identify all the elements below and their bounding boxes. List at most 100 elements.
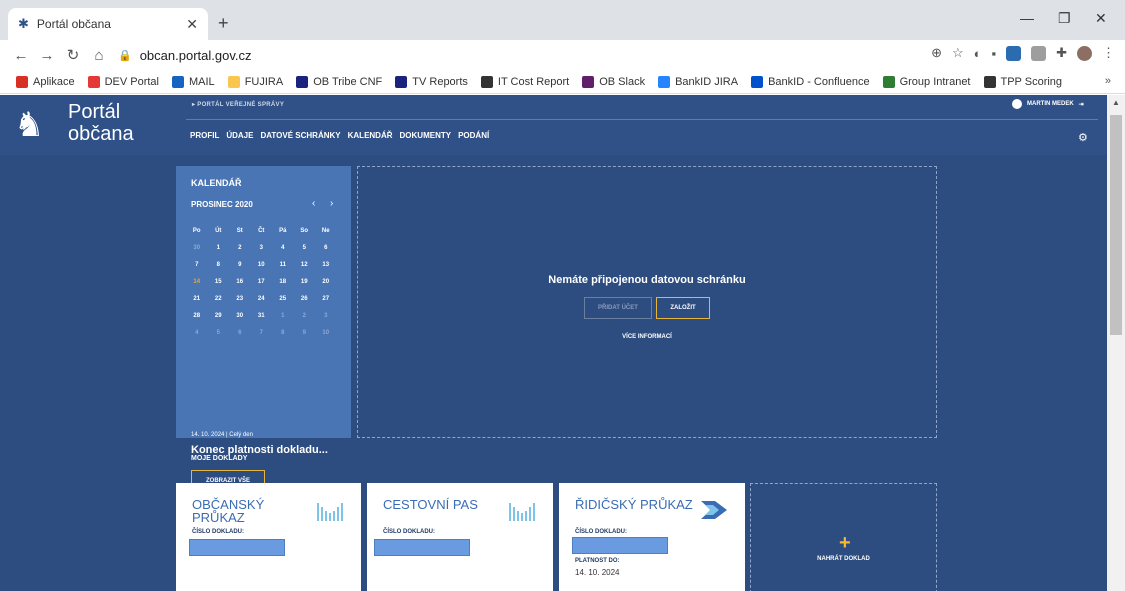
bookmark-item[interactable]: TPP Scoring (983, 75, 1062, 88)
barcode-icon (317, 503, 343, 521)
close-window-icon[interactable]: ✕ (1095, 10, 1107, 27)
nav-datove-schranky[interactable]: DATOVÉ SCHRÁNKY (260, 131, 340, 140)
calendar-day[interactable]: 14 (186, 273, 208, 290)
bookmark-item[interactable]: MAIL (172, 75, 215, 88)
calendar-day[interactable]: 30 (229, 307, 251, 324)
calendar-day[interactable]: 16 (229, 273, 251, 290)
more-info-link[interactable]: VÍCE INFORMACÍ (358, 334, 936, 340)
calendar-day[interactable]: 18 (272, 273, 294, 290)
user-menu[interactable]: MARTIN MEDEK ⇥ (1012, 99, 1084, 109)
calendar-day[interactable]: 7 (251, 324, 273, 341)
calendar-day[interactable]: 20 (315, 273, 337, 290)
calendar-day[interactable]: 5 (294, 239, 316, 256)
calendar-day[interactable]: 8 (208, 256, 230, 273)
calendar-day[interactable]: 17 (251, 273, 273, 290)
new-tab-icon[interactable]: + (218, 13, 229, 34)
scrollbar-thumb[interactable] (1110, 115, 1122, 335)
bookmark-item[interactable]: Aplikace (16, 75, 75, 88)
chevron-right-icon[interactable]: › (330, 198, 333, 209)
back-icon[interactable]: ← (8, 47, 34, 64)
extension-g-icon[interactable] (1031, 45, 1047, 61)
calendar-day[interactable]: 1 (208, 239, 230, 256)
extension-h-icon[interactable] (1006, 45, 1022, 61)
bookmark-item[interactable]: Group Intranet (882, 75, 971, 88)
calendar-day[interactable]: 27 (315, 290, 337, 307)
calendar-day[interactable]: 7 (186, 256, 208, 273)
calendar-day[interactable]: 22 (208, 290, 230, 307)
driving-license-card[interactable]: ŘIDIČSKÝ PRŮKAZ ČÍSLO DOKLADU: PLATNOST … (559, 483, 745, 591)
nav-kalendar[interactable]: KALENDÁŘ (348, 131, 393, 140)
czech-lion-logo-icon[interactable]: ♞ (14, 103, 54, 147)
calendar-day[interactable]: 11 (272, 256, 294, 273)
calendar-day[interactable]: 31 (251, 307, 273, 324)
bookmark-item[interactable]: BankID JIRA (658, 75, 738, 88)
bookmark-item[interactable]: IT Cost Report (480, 75, 569, 88)
bookmark-item[interactable]: OB Tribe CNF (296, 75, 382, 88)
scroll-up-icon[interactable]: ▲ (1112, 98, 1120, 107)
nav-dokumenty[interactable]: DOKUMENTY (400, 131, 452, 140)
calendar-day[interactable]: 2 (229, 239, 251, 256)
calendar-day[interactable]: 10 (251, 256, 273, 273)
restore-icon[interactable]: ❐ (1058, 10, 1071, 27)
calendar-day[interactable]: 13 (315, 256, 337, 273)
calendar-day[interactable]: 3 (251, 239, 273, 256)
home-icon[interactable]: ⌂ (86, 47, 112, 64)
nav-profil[interactable]: PROFIL (190, 131, 219, 140)
nav-podani[interactable]: PODÁNÍ (458, 131, 489, 140)
calendar-day[interactable]: 9 (229, 256, 251, 273)
calendar-day[interactable]: 15 (208, 273, 230, 290)
calendar-day[interactable]: 6 (229, 324, 251, 341)
gov-portal-link[interactable]: ▸ PORTÁL VEŘEJNÉ SPRÁVY (192, 101, 284, 108)
logout-icon[interactable]: ⇥ (1079, 101, 1084, 108)
close-tab-icon[interactable]: ✕ (186, 16, 198, 33)
reload-icon[interactable]: ↻ (60, 46, 86, 64)
create-databox-button[interactable]: ZALOŽIT (656, 297, 710, 319)
passport-card[interactable]: CESTOVNÍ PAS ČÍSLO DOKLADU: (367, 483, 553, 591)
portal-logo-text[interactable]: Portál občana (68, 101, 134, 145)
calendar-day[interactable]: 4 (272, 239, 294, 256)
calendar-day[interactable]: 4 (186, 324, 208, 341)
calendar-day[interactable]: 3 (315, 307, 337, 324)
calendar-day[interactable]: 26 (294, 290, 316, 307)
calendar-day[interactable]: 30 (186, 239, 208, 256)
add-account-button[interactable]: PŘIDAT ÚČET (584, 297, 652, 319)
calendar-day[interactable]: 28 (186, 307, 208, 324)
calendar-day[interactable]: 2 (294, 307, 316, 324)
chevron-left-icon[interactable]: ‹ (312, 198, 315, 209)
zoom-icon[interactable]: ⊕ (931, 45, 942, 61)
browser-tab[interactable]: ✱ Portál občana ✕ (8, 8, 208, 40)
address-bar[interactable]: 🔒 obcan.portal.gov.cz (118, 43, 898, 67)
extension-lock-icon[interactable]: ▪ (991, 46, 996, 61)
forward-icon[interactable]: → (34, 47, 60, 64)
calendar-day[interactable]: 24 (251, 290, 273, 307)
calendar-day[interactable]: 21 (186, 290, 208, 307)
calendar-day[interactable]: 12 (294, 256, 316, 273)
page-scrollbar[interactable]: ▲ (1107, 95, 1125, 591)
gear-icon[interactable]: ⚙ (1078, 131, 1088, 144)
calendar-day[interactable]: 10 (315, 324, 337, 341)
bookmark-item[interactable]: OB Slack (582, 75, 645, 88)
calendar-day[interactable]: 1 (272, 307, 294, 324)
calendar-day[interactable]: 29 (208, 307, 230, 324)
calendar-day[interactable]: 23 (229, 290, 251, 307)
calendar-day[interactable]: 19 (294, 273, 316, 290)
bookmarks-overflow-icon[interactable]: » (1105, 75, 1111, 87)
bookmark-item[interactable]: BankID - Confluence (751, 75, 870, 88)
calendar-day[interactable]: 5 (208, 324, 230, 341)
menu-dots-icon[interactable]: ⋮ (1102, 45, 1115, 61)
calendar-day[interactable]: 8 (272, 324, 294, 341)
puzzle-icon[interactable]: ✚ (1056, 45, 1067, 61)
id-card[interactable]: OBČANSKÝ PRŮKAZ ČÍSLO DOKLADU: (176, 483, 361, 591)
extension-circle-icon[interactable]: ◐ (974, 46, 982, 61)
upload-document-card[interactable]: + NAHRÁT DOKLAD (750, 483, 937, 591)
calendar-day[interactable]: 6 (315, 239, 337, 256)
bookmark-item[interactable]: DEV Portal (87, 75, 159, 88)
minimize-icon[interactable]: — (1020, 10, 1034, 26)
bookmark-item[interactable]: FUJIRA (227, 75, 283, 88)
profile-avatar-icon[interactable] (1077, 45, 1092, 61)
star-icon[interactable]: ☆ (952, 45, 964, 61)
calendar-day[interactable]: 9 (294, 324, 316, 341)
calendar-day[interactable]: 25 (272, 290, 294, 307)
bookmark-item[interactable]: TV Reports (395, 75, 468, 88)
nav-udaje[interactable]: ÚDAJE (226, 131, 253, 140)
